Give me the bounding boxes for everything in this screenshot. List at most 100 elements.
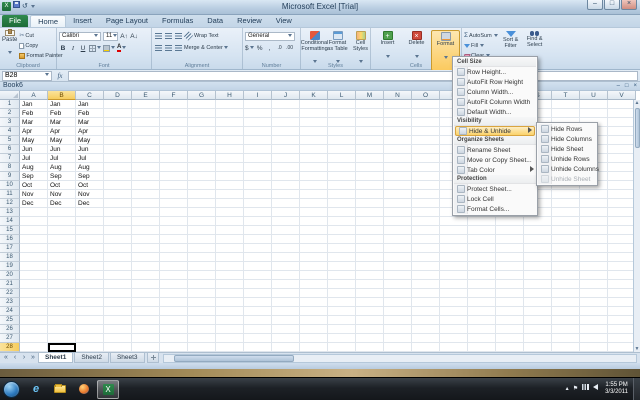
cell-G18[interactable]	[188, 253, 216, 262]
cell-N1[interactable]	[384, 100, 412, 109]
cell-L4[interactable]	[328, 127, 356, 136]
cell-Q18[interactable]	[468, 253, 496, 262]
cell-L25[interactable]	[328, 316, 356, 325]
cell-I19[interactable]	[244, 262, 272, 271]
cell-V22[interactable]	[608, 289, 636, 298]
cell-U28[interactable]	[580, 343, 608, 352]
cell-V27[interactable]	[608, 334, 636, 343]
column-header-O[interactable]: O	[412, 91, 440, 100]
cell-M1[interactable]	[356, 100, 384, 109]
name-box[interactable]: B28	[2, 70, 52, 81]
comma-button[interactable]: ,	[266, 44, 274, 53]
cell-A6[interactable]: Jun	[20, 145, 48, 154]
cell-O18[interactable]	[412, 253, 440, 262]
row-header-3[interactable]: 3	[0, 118, 20, 127]
cell-U23[interactable]	[580, 298, 608, 307]
cell-O9[interactable]	[412, 172, 440, 181]
cell-S23[interactable]	[524, 298, 552, 307]
cell-E18[interactable]	[132, 253, 160, 262]
cell-T20[interactable]	[552, 271, 580, 280]
cell-K21[interactable]	[300, 280, 328, 289]
bold-button[interactable]: B	[59, 44, 67, 53]
cell-J20[interactable]	[272, 271, 300, 280]
cell-T18[interactable]	[552, 253, 580, 262]
shrink-font-button[interactable]: A↓	[130, 32, 138, 41]
cell-M8[interactable]	[356, 163, 384, 172]
cell-P23[interactable]	[440, 298, 468, 307]
cell-A23[interactable]	[20, 298, 48, 307]
cell-E2[interactable]	[132, 109, 160, 118]
cell-D22[interactable]	[104, 289, 132, 298]
cell-B22[interactable]	[48, 289, 76, 298]
cell-D1[interactable]	[104, 100, 132, 109]
cell-N9[interactable]	[384, 172, 412, 181]
cell-J3[interactable]	[272, 118, 300, 127]
align-right-button[interactable]	[174, 44, 182, 53]
cell-K12[interactable]	[300, 199, 328, 208]
cell-E1[interactable]	[132, 100, 160, 109]
cell-I15[interactable]	[244, 226, 272, 235]
cell-I1[interactable]	[244, 100, 272, 109]
cell-P20[interactable]	[440, 271, 468, 280]
cell-U16[interactable]	[580, 235, 608, 244]
cell-V25[interactable]	[608, 316, 636, 325]
cell-G2[interactable]	[188, 109, 216, 118]
cell-V1[interactable]	[608, 100, 636, 109]
row-header-25[interactable]: 25	[0, 316, 20, 325]
row-header-14[interactable]: 14	[0, 217, 20, 226]
cell-H13[interactable]	[216, 208, 244, 217]
cell-D24[interactable]	[104, 307, 132, 316]
column-header-N[interactable]: N	[384, 91, 412, 100]
cell-F26[interactable]	[160, 325, 188, 334]
cell-N21[interactable]	[384, 280, 412, 289]
cell-N25[interactable]	[384, 316, 412, 325]
cell-K25[interactable]	[300, 316, 328, 325]
cell-N12[interactable]	[384, 199, 412, 208]
cell-E26[interactable]	[132, 325, 160, 334]
cell-J25[interactable]	[272, 316, 300, 325]
cell-U2[interactable]	[580, 109, 608, 118]
cell-G23[interactable]	[188, 298, 216, 307]
cell-D10[interactable]	[104, 181, 132, 190]
cell-O15[interactable]	[412, 226, 440, 235]
cell-B4[interactable]: Apr	[48, 127, 76, 136]
cell-D12[interactable]	[104, 199, 132, 208]
cell-P26[interactable]	[440, 325, 468, 334]
cell-N17[interactable]	[384, 244, 412, 253]
cell-O27[interactable]	[412, 334, 440, 343]
cell-A19[interactable]	[20, 262, 48, 271]
cell-O8[interactable]	[412, 163, 440, 172]
cell-G17[interactable]	[188, 244, 216, 253]
first-sheet-button[interactable]: «	[2, 353, 10, 363]
cell-K28[interactable]	[300, 343, 328, 352]
cell-V11[interactable]	[608, 190, 636, 199]
cell-A5[interactable]: May	[20, 136, 48, 145]
cell-F10[interactable]	[160, 181, 188, 190]
cell-B28[interactable]	[48, 343, 76, 352]
cell-E14[interactable]	[132, 217, 160, 226]
cell-A16[interactable]	[20, 235, 48, 244]
cell-R22[interactable]	[496, 289, 524, 298]
cell-M17[interactable]	[356, 244, 384, 253]
cell-V16[interactable]	[608, 235, 636, 244]
cell-H8[interactable]	[216, 163, 244, 172]
cell-N8[interactable]	[384, 163, 412, 172]
cell-B23[interactable]	[48, 298, 76, 307]
cell-D21[interactable]	[104, 280, 132, 289]
prev-sheet-button[interactable]: ‹	[11, 353, 19, 363]
cell-D2[interactable]	[104, 109, 132, 118]
column-header-D[interactable]: D	[104, 91, 132, 100]
ribbon-tab-review[interactable]: Review	[230, 15, 269, 27]
row-header-18[interactable]: 18	[0, 253, 20, 262]
cell-N26[interactable]	[384, 325, 412, 334]
cell-M28[interactable]	[356, 343, 384, 352]
cell-B6[interactable]: Jun	[48, 145, 76, 154]
merge-center-button[interactable]: Merge & Center	[184, 44, 228, 53]
cell-K16[interactable]	[300, 235, 328, 244]
cell-J1[interactable]	[272, 100, 300, 109]
sheet-tab-sheet3[interactable]: Sheet3	[109, 353, 145, 363]
cell-O4[interactable]	[412, 127, 440, 136]
show-hidden-icons-button[interactable]: ▴	[566, 379, 569, 399]
cell-N13[interactable]	[384, 208, 412, 217]
cell-N18[interactable]	[384, 253, 412, 262]
